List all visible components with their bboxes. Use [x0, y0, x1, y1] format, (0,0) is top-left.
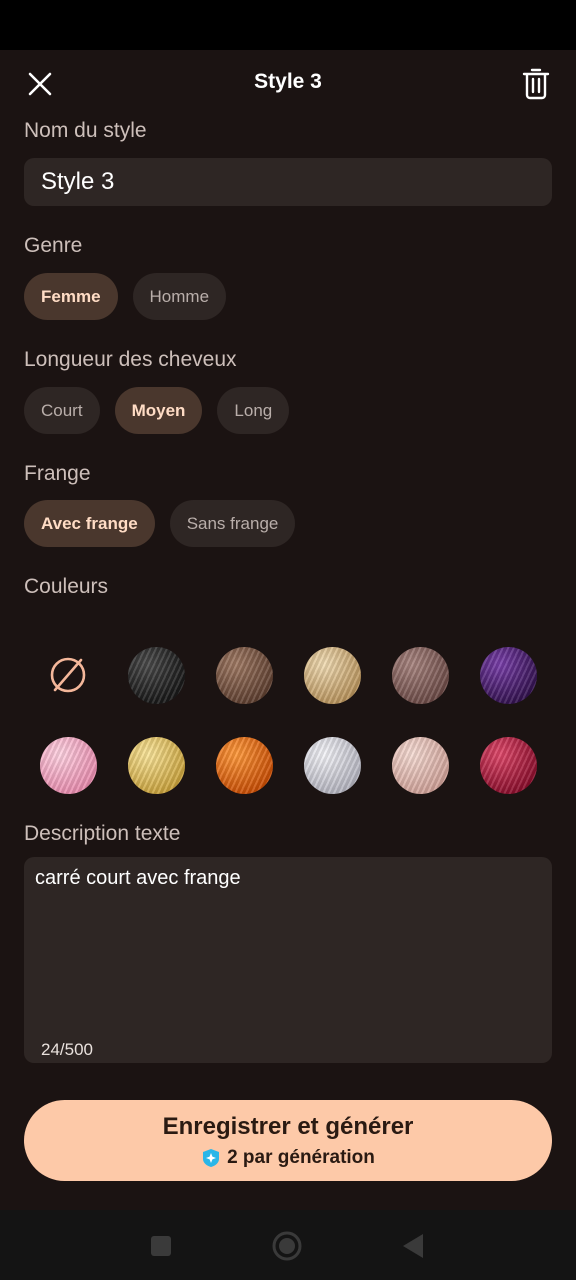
generation-cost: 2 par génération	[201, 1147, 375, 1169]
swatch-none[interactable]	[40, 647, 97, 704]
hair-length-options: Court Moyen Long	[24, 387, 290, 434]
swatch-golden[interactable]	[127, 736, 185, 794]
swatch-brown[interactable]	[215, 646, 273, 704]
circle-icon	[272, 1231, 302, 1261]
swatch-rose-gold[interactable]	[391, 736, 449, 794]
fringe-options: Avec frange Sans frange	[24, 500, 296, 547]
style-name-label: Nom du style	[24, 119, 147, 142]
square-icon	[151, 1236, 171, 1256]
swatch-blonde[interactable]	[303, 646, 361, 704]
colors-label: Couleurs	[24, 575, 109, 598]
swatch-silver[interactable]	[303, 736, 361, 794]
description-label: Description texte	[24, 822, 181, 845]
description-text: carré court avec frange	[35, 867, 241, 889]
save-and-generate-label: Enregistrer et générer	[162, 1112, 414, 1140]
chip-long[interactable]: Long	[217, 387, 290, 434]
swatch-orange[interactable]	[215, 736, 273, 794]
status-bar	[0, 0, 576, 50]
hair-length-label: Longueur des cheveux	[24, 348, 237, 371]
no-color-icon	[50, 657, 86, 693]
save-and-generate-button[interactable]: Enregistrer et générer 2 par génération	[24, 1100, 552, 1181]
system-nav-bar	[0, 1210, 576, 1280]
chip-court[interactable]: Court	[24, 387, 100, 434]
swatch-pink[interactable]	[39, 736, 97, 794]
swatch-ash-brown[interactable]	[391, 646, 449, 704]
delete-button[interactable]	[514, 62, 558, 106]
swatch-burgundy[interactable]	[479, 736, 537, 794]
swatch-black[interactable]	[127, 646, 185, 704]
fringe-label: Frange	[24, 462, 91, 485]
gender-options: Femme Homme	[24, 273, 227, 320]
back-button[interactable]	[398, 1231, 428, 1261]
gender-label: Genre	[24, 234, 83, 257]
chip-avec-frange[interactable]: Avec frange	[24, 500, 155, 547]
description-textarea[interactable]: carré court avec frange 24/500	[24, 857, 552, 1063]
back-triangle-icon	[403, 1234, 423, 1258]
chip-moyen[interactable]: Moyen	[114, 387, 203, 434]
character-counter: 24/500	[41, 1040, 93, 1059]
chip-homme[interactable]: Homme	[132, 273, 227, 320]
credit-gem-icon	[203, 1148, 220, 1167]
trash-icon	[522, 68, 550, 100]
swatch-purple[interactable]	[479, 646, 537, 704]
generation-cost-text: 2 par génération	[227, 1146, 375, 1168]
home-button[interactable]	[272, 1231, 302, 1261]
style-name-input[interactable]	[24, 158, 552, 206]
color-swatch-grid	[24, 630, 552, 810]
chip-femme[interactable]: Femme	[24, 273, 118, 320]
header: Style 3	[0, 50, 576, 116]
page-title: Style 3	[254, 70, 322, 93]
recent-apps-button[interactable]	[146, 1231, 176, 1261]
edit-style-screen: Style 3 Nom du style Genre Femme Homme L…	[0, 50, 576, 1210]
chip-sans-frange[interactable]: Sans frange	[169, 500, 296, 547]
